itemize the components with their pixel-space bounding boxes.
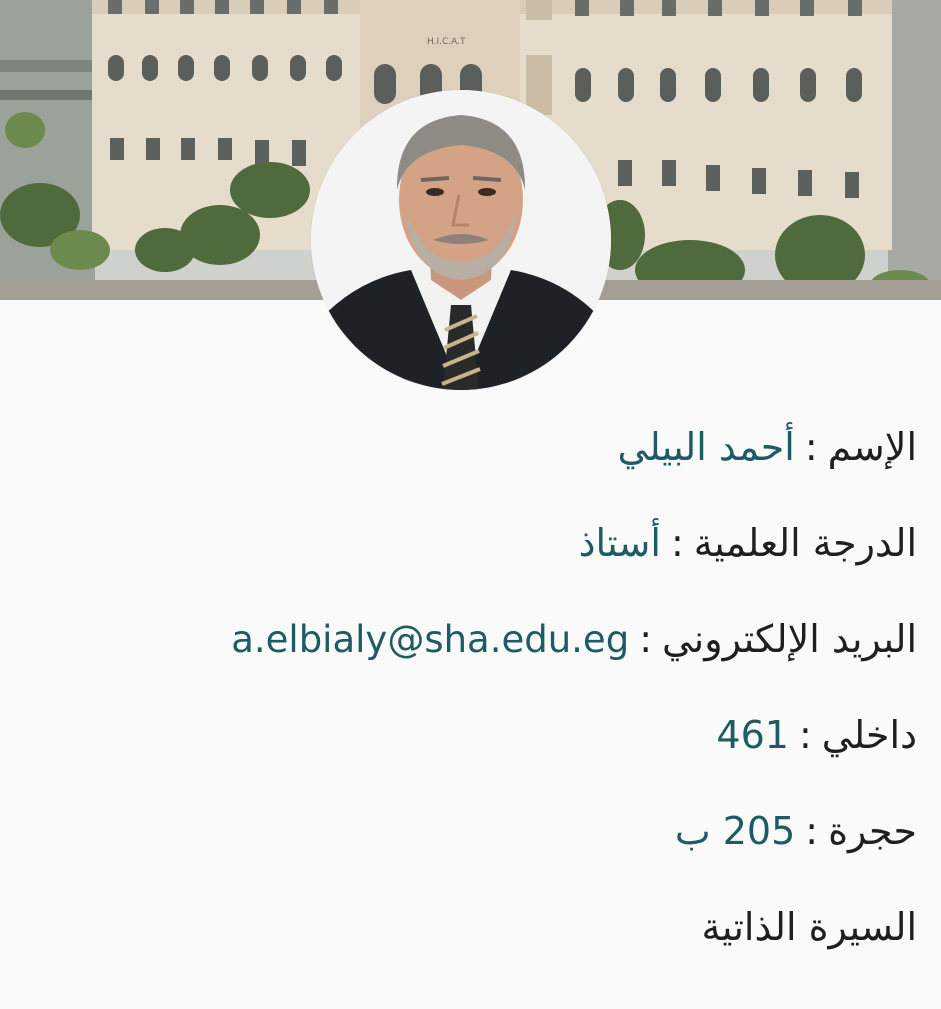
degree-row: الدرجة العلمية:أستاذ <box>24 508 917 604</box>
name-label: الإسم <box>827 425 917 469</box>
room-separator: : <box>805 809 819 853</box>
profile-page: H.I.C.A.T الإسم:أحمد البيلي الدرجة العلم… <box>0 0 941 1009</box>
cv-link[interactable]: السيرة الذاتية <box>701 905 917 949</box>
name-row: الإسم:أحمد البيلي <box>24 412 917 508</box>
degree-separator: : <box>670 521 684 565</box>
cv-row[interactable]: السيرة الذاتية <box>24 892 917 988</box>
extension-row: داخلي:461 <box>24 700 917 796</box>
email-row: البريد الإلكتروني:a.elbialy@sha.edu.eg <box>24 604 917 700</box>
svg-text:H.I.C.A.T: H.I.C.A.T <box>427 37 466 47</box>
name-value: أحمد البيلي <box>617 425 795 469</box>
room-value: 205 ب <box>674 809 796 853</box>
degree-value: أستاذ <box>578 521 661 565</box>
profile-info: الإسم:أحمد البيلي الدرجة العلمية:أستاذ ا… <box>24 412 917 988</box>
email-link[interactable]: a.elbialy@sha.edu.eg <box>231 618 629 661</box>
room-label: حجرة <box>828 809 917 853</box>
extension-separator: : <box>798 713 812 757</box>
name-separator: : <box>804 425 818 469</box>
extension-label: داخلي <box>821 713 917 757</box>
room-row: حجرة:205 ب <box>24 796 917 892</box>
extension-value: 461 <box>716 713 789 757</box>
email-separator: : <box>639 617 652 661</box>
email-label: البريد الإلكتروني <box>662 617 917 661</box>
profile-avatar <box>311 90 611 390</box>
degree-label: الدرجة العلمية <box>693 521 917 565</box>
